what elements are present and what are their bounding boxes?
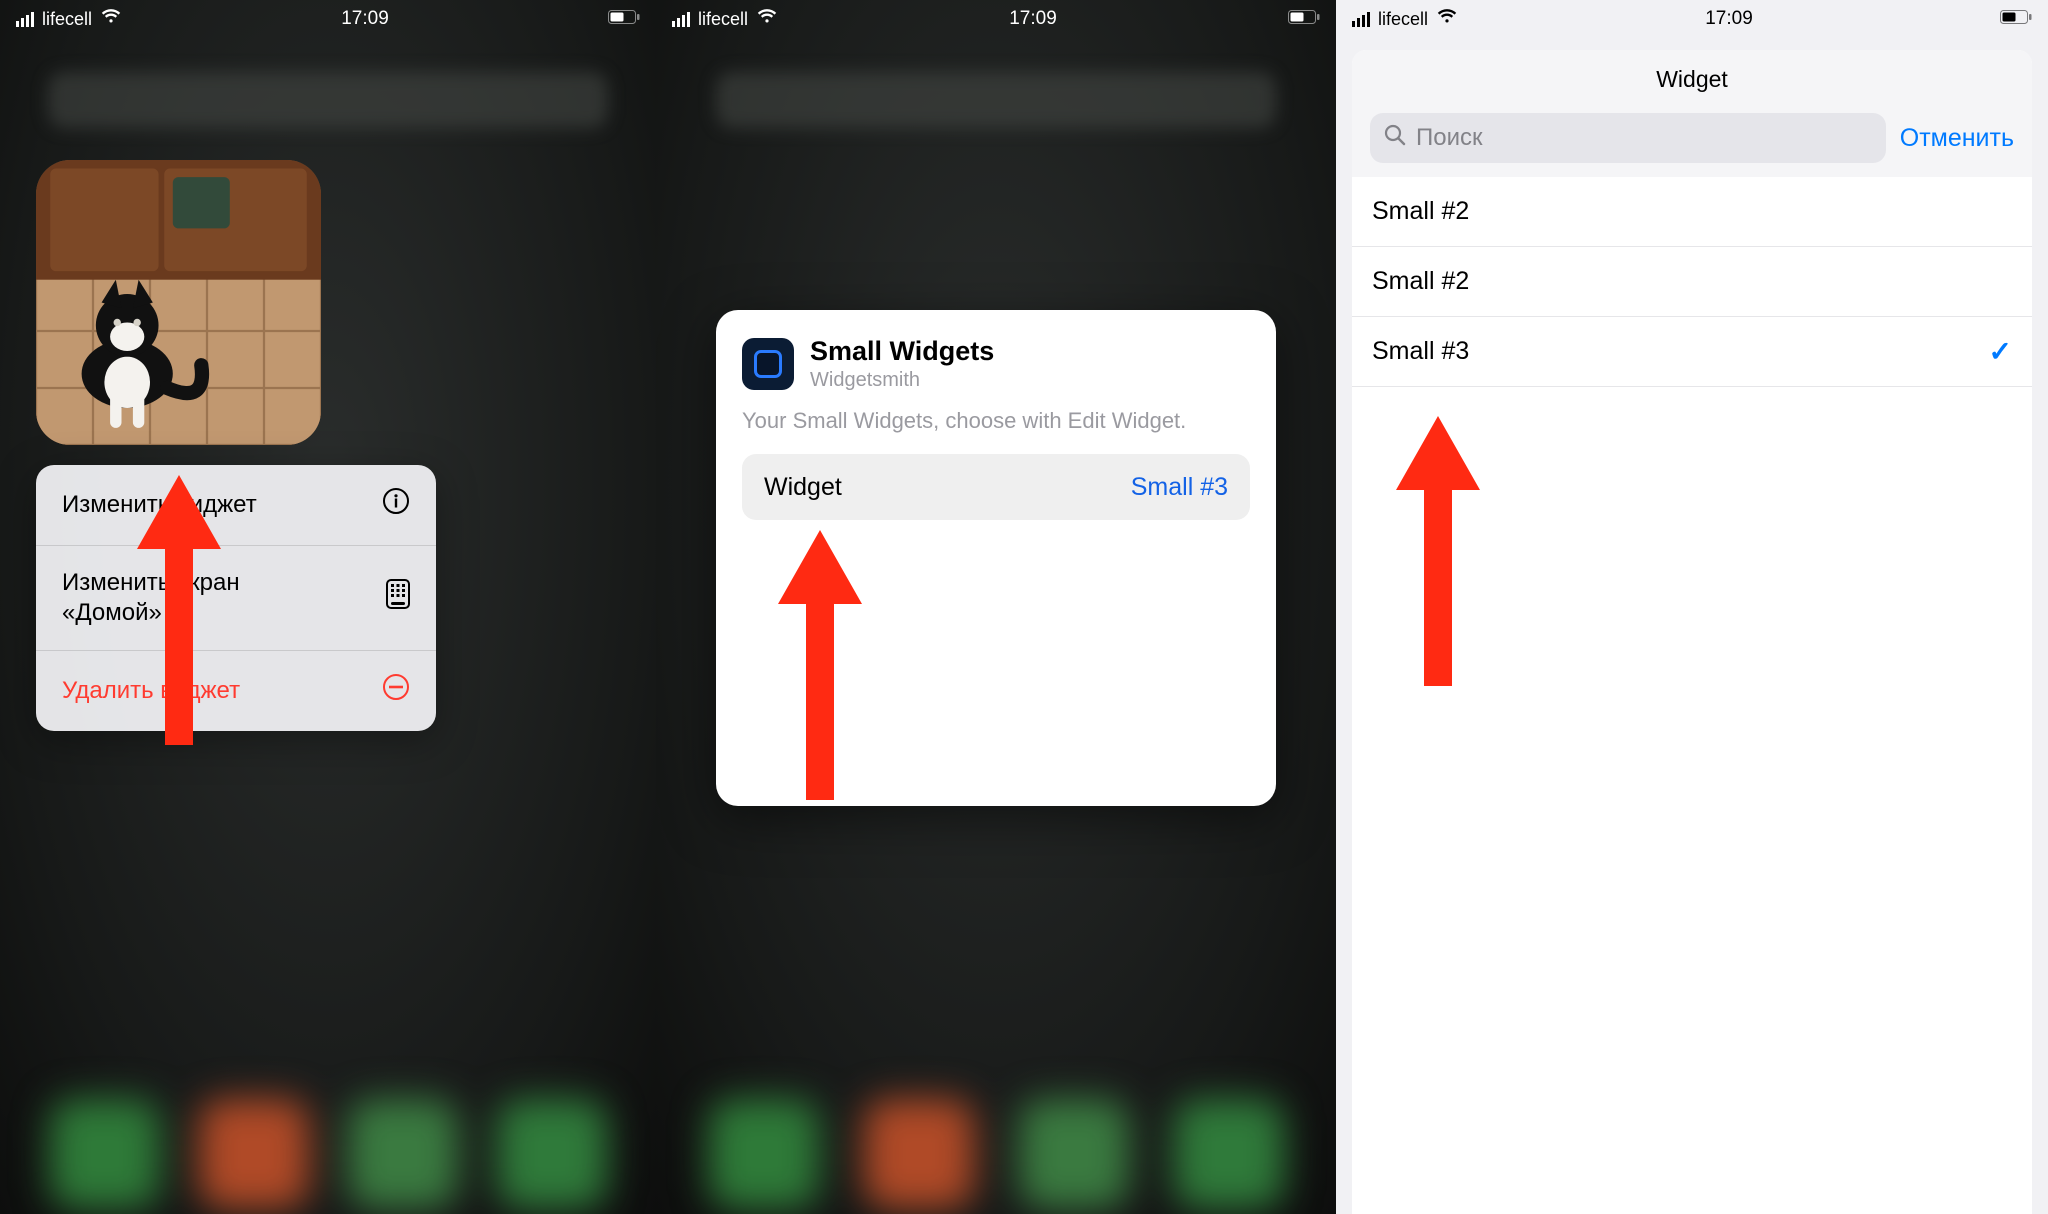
list-item[interactable]: Small #2 (1352, 177, 2032, 247)
panel-description: Your Small Widgets, choose with Edit Wid… (742, 408, 1250, 434)
wifi-icon (100, 8, 122, 30)
widget-config-panel: Small Widgets Widgetsmith Your Small Wid… (716, 310, 1276, 806)
search-icon (1384, 124, 1406, 153)
clock: 17:09 (341, 8, 389, 30)
sheet-title: Widget (1370, 66, 2014, 93)
screen-widget-picker: lifecell 17:09 Small Widgets Widgetsmith… (656, 0, 1336, 1214)
menu-label: Удалить виджет (62, 676, 240, 706)
wifi-icon (1436, 8, 1458, 30)
wifi-icon (756, 8, 778, 30)
search-placeholder: Поиск (1416, 124, 1483, 152)
status-bar: lifecell 17:09 (656, 0, 1336, 38)
battery-icon (608, 8, 640, 30)
home-search-blurred (48, 72, 608, 128)
carrier-label: lifecell (42, 9, 92, 30)
screen-widget-list: lifecell 17:09 Widget Поиск Отменить (1336, 0, 2048, 1214)
carrier-label: lifecell (1378, 9, 1428, 30)
list-item[interactable]: Small #3 ✓ (1352, 317, 2032, 387)
apps-grid-icon (386, 579, 410, 617)
app-icon (742, 338, 794, 390)
search-input[interactable]: Поиск (1370, 113, 1886, 163)
menu-edit-home[interactable]: Изменить экран «Домой» (36, 546, 436, 651)
signal-icon (672, 12, 690, 27)
status-bar: lifecell 17:09 (0, 0, 656, 38)
menu-label: Изменить виджет (62, 490, 257, 520)
menu-remove-widget[interactable]: Удалить виджет (36, 651, 436, 731)
panel-subtitle: Widgetsmith (810, 369, 994, 392)
signal-icon (1352, 12, 1370, 27)
screen-edit-menu: lifecell 17:09 (0, 0, 656, 1214)
clock: 17:09 (1705, 8, 1753, 30)
dock-blurred (0, 1094, 656, 1214)
signal-icon (16, 12, 34, 27)
status-bar: lifecell 17:09 (1336, 0, 2048, 38)
row-label: Widget (764, 473, 842, 502)
info-icon (382, 487, 410, 523)
widget-select-row[interactable]: Widget Small #3 (742, 454, 1250, 520)
list-label: Small #3 (1372, 337, 1469, 366)
home-search-blurred (716, 72, 1276, 128)
minus-circle-icon (382, 673, 410, 709)
widget-photo[interactable] (36, 160, 321, 445)
list-label: Small #2 (1372, 197, 1469, 226)
clock: 17:09 (1009, 8, 1057, 30)
checkmark-icon: ✓ (1989, 335, 2012, 368)
list-label: Small #2 (1372, 267, 1469, 296)
selection-sheet: Widget Поиск Отменить Small #2 Small #2 … (1352, 50, 2032, 1214)
carrier-label: lifecell (698, 9, 748, 30)
battery-icon (2000, 8, 2032, 30)
dock-blurred (656, 1094, 1336, 1214)
list-item[interactable]: Small #2 (1352, 247, 2032, 317)
battery-icon (1288, 8, 1320, 30)
widget-list: Small #2 Small #2 Small #3 ✓ (1352, 177, 2032, 387)
row-value: Small #3 (1131, 473, 1228, 502)
widget-context-menu: Изменить виджет Изменить экран «Домой» У… (36, 465, 436, 731)
panel-title: Small Widgets (810, 336, 994, 367)
menu-edit-widget[interactable]: Изменить виджет (36, 465, 436, 546)
cancel-button[interactable]: Отменить (1900, 124, 2014, 153)
menu-label: Изменить экран «Домой» (62, 568, 240, 628)
